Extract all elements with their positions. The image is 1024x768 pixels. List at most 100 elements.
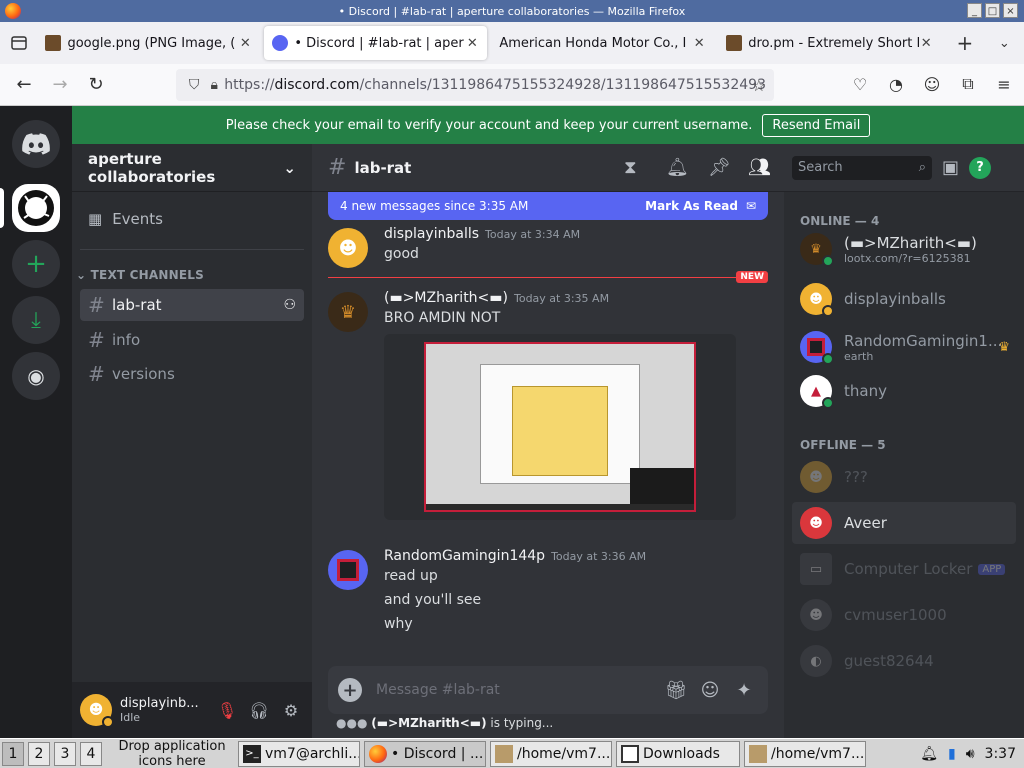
gift-icon[interactable]: 🎁︎ (662, 676, 690, 704)
member-item[interactable]: ♛ (▬>MZharith<▬) lootx.com/?r=6125381 (792, 228, 1016, 270)
banner-text: Please check your email to verify your a… (225, 117, 753, 133)
volume-icon[interactable]: 🔊︎ (966, 746, 975, 762)
avatar[interactable]: ♛ (328, 292, 368, 332)
new-messages-bar[interactable]: 4 new messages since 3:35 AM Mark As Rea… (328, 192, 768, 220)
task-downloads[interactable]: Downloads (616, 740, 740, 767)
bookmark-star-icon[interactable]: ☆ (752, 76, 766, 95)
resend-email-button[interactable]: Resend Email (762, 113, 871, 137)
avatar: ◐ (800, 645, 832, 677)
list-all-tabs-icon[interactable] (0, 22, 37, 64)
member-item[interactable]: ◐ guest82644 (792, 640, 1016, 682)
member-item[interactable]: RandomGamingin1... earth ♛ (792, 326, 1016, 368)
help-icon[interactable]: ? (969, 156, 992, 179)
member-item[interactable]: ☻ Aveer (792, 502, 1016, 544)
pin-icon[interactable]: 📌︎ (708, 157, 731, 178)
apps-icon[interactable]: ✦ (730, 676, 758, 704)
reload-icon[interactable]: ↻ (78, 67, 114, 103)
tab-american-honda[interactable]: American Honda Motor Co., I ✕ (491, 26, 714, 60)
workspace-4[interactable]: 4 (80, 741, 102, 766)
mute-mic-icon[interactable]: 🎙︎ (214, 697, 240, 723)
mark-as-read-button[interactable]: Mark As Read (645, 199, 738, 213)
message-author[interactable]: (▬>MZharith<▬) (384, 290, 508, 306)
url-bar[interactable]: ⛉ 🔒︎ https://discord.com/channels/131198… (176, 69, 774, 101)
message-author[interactable]: RandomGamingin144p (384, 548, 545, 564)
message-input-placeholder[interactable]: Message #lab-rat (376, 682, 656, 698)
account-icon[interactable]: ☺ (918, 70, 946, 98)
pocket-icon[interactable]: ♡ (846, 70, 874, 98)
taskbar: 1 2 3 4 Drop application icons here >_ v… (0, 738, 1024, 768)
verify-email-banner: Please check your email to verify your a… (72, 106, 1024, 144)
avatar[interactable] (328, 550, 368, 590)
workspace-2[interactable]: 2 (28, 741, 50, 766)
member-item[interactable]: ☻ displayinballs (792, 278, 1016, 320)
new-messages-text: 4 new messages since 3:35 AM (340, 199, 529, 213)
tab-dro-pm[interactable]: dro.pm - Extremely Short I ✕ (718, 26, 941, 60)
message-time: Today at 3:36 AM (551, 550, 647, 563)
update-icon[interactable]: ▮ (948, 746, 956, 762)
close-tab-icon[interactable]: ✕ (919, 36, 933, 51)
avatar[interactable]: ☻ (80, 694, 114, 728)
explore-servers-button[interactable]: ◉ (12, 352, 60, 400)
guild-header[interactable]: aperture collaboratories ⌄ (72, 144, 312, 192)
screenshot-attachment[interactable] (384, 334, 736, 520)
back-arrow-icon[interactable]: ← (6, 67, 42, 103)
server-aperture-collaboratories[interactable] (12, 184, 60, 232)
threads-icon[interactable]: ⧗ (624, 157, 637, 178)
member-item[interactable]: ☻ ??? (792, 456, 1016, 498)
events-button[interactable]: ▦ Events (80, 202, 304, 236)
invite-icon[interactable]: ⚇ (283, 297, 296, 313)
avatar[interactable]: ☻ (328, 228, 368, 268)
forward-arrow-icon[interactable]: → (42, 67, 78, 103)
shield-icon[interactable]: ⛉ (184, 77, 204, 93)
close-window-button[interactable]: × (1003, 3, 1018, 18)
task-firefox-discord[interactable]: • Discord | ... (364, 740, 486, 767)
member-item[interactable]: ☻ cvmuser1000 (792, 594, 1016, 636)
message: RandomGamingin144p Today at 3:36 AM read … (328, 548, 768, 632)
tab-google-png[interactable]: google.png (PNG Image, ( ✕ (37, 26, 260, 60)
menu-icon[interactable]: ≡ (990, 70, 1018, 98)
inbox-icon[interactable]: ▣ (942, 157, 959, 178)
add-attachment-button[interactable]: + (338, 678, 362, 702)
minimize-button[interactable]: _ (967, 3, 982, 18)
member-item[interactable]: ▭ Computer Locker APP (792, 548, 1016, 590)
download-icon: ⤓ (31, 307, 41, 333)
extensions-icon[interactable]: ⧉ (954, 70, 982, 98)
add-server-button[interactable]: + (12, 240, 60, 288)
tab-discord[interactable]: • Discord | #lab-rat | aper ✕ (264, 26, 488, 60)
channel-info[interactable]: # info (80, 324, 304, 356)
new-tab-button[interactable]: + (945, 31, 984, 55)
launcher-drop-zone[interactable]: Drop application icons here (110, 739, 234, 768)
download-apps-button[interactable]: ⤓ (12, 296, 60, 344)
tab-overflow-chevron-icon[interactable]: ⌄ (985, 36, 1024, 51)
workspace-1[interactable]: 1 (2, 741, 24, 766)
maximize-button[interactable]: □ (985, 3, 1000, 18)
message-composer[interactable]: + Message #lab-rat 🎁︎ ☺ ✦ (328, 666, 768, 714)
member-item[interactable]: ▲ thany (792, 370, 1016, 412)
notification-bell-icon[interactable]: 🔔︎ (920, 746, 938, 762)
close-tab-icon[interactable]: ✕ (465, 36, 479, 51)
task-file-home[interactable]: /home/vm7... (490, 740, 612, 767)
clock[interactable]: 3:37 (985, 746, 1016, 762)
emoji-icon[interactable]: ☺ (696, 676, 724, 704)
close-tab-icon[interactable]: ✕ (238, 36, 252, 51)
workspace-3[interactable]: 3 (54, 741, 76, 766)
gear-icon[interactable]: ⚙ (278, 697, 304, 723)
member-name: thany (844, 382, 887, 400)
direct-messages-button[interactable] (12, 120, 60, 168)
task-terminal[interactable]: >_ vm7@archli... (238, 740, 360, 767)
url-prefix: https:// (224, 77, 275, 93)
channel-versions[interactable]: # versions (80, 358, 304, 390)
headphones-icon[interactable]: 🎧︎ (246, 697, 272, 723)
task-file-home-2[interactable]: /home/vm7... (744, 740, 866, 767)
sync-icon[interactable]: ◔ (882, 70, 910, 98)
aperture-server-icon (18, 190, 54, 226)
message-author[interactable]: displayinballs (384, 226, 479, 242)
bell-icon[interactable]: 🔔︎ (666, 157, 689, 178)
close-tab-icon[interactable]: ✕ (692, 36, 706, 51)
channel-lab-rat[interactable]: # lab-rat ⚇ (80, 289, 304, 321)
category-text-channels[interactable]: ⌄ TEXT CHANNELS (76, 268, 204, 282)
member-list-icon[interactable]: 👥︎ (748, 157, 771, 178)
user-info[interactable]: displayinb... Idle (120, 696, 214, 724)
search-input[interactable]: Search ⌕ (792, 155, 932, 180)
lock-icon[interactable]: 🔒︎ (204, 77, 224, 93)
